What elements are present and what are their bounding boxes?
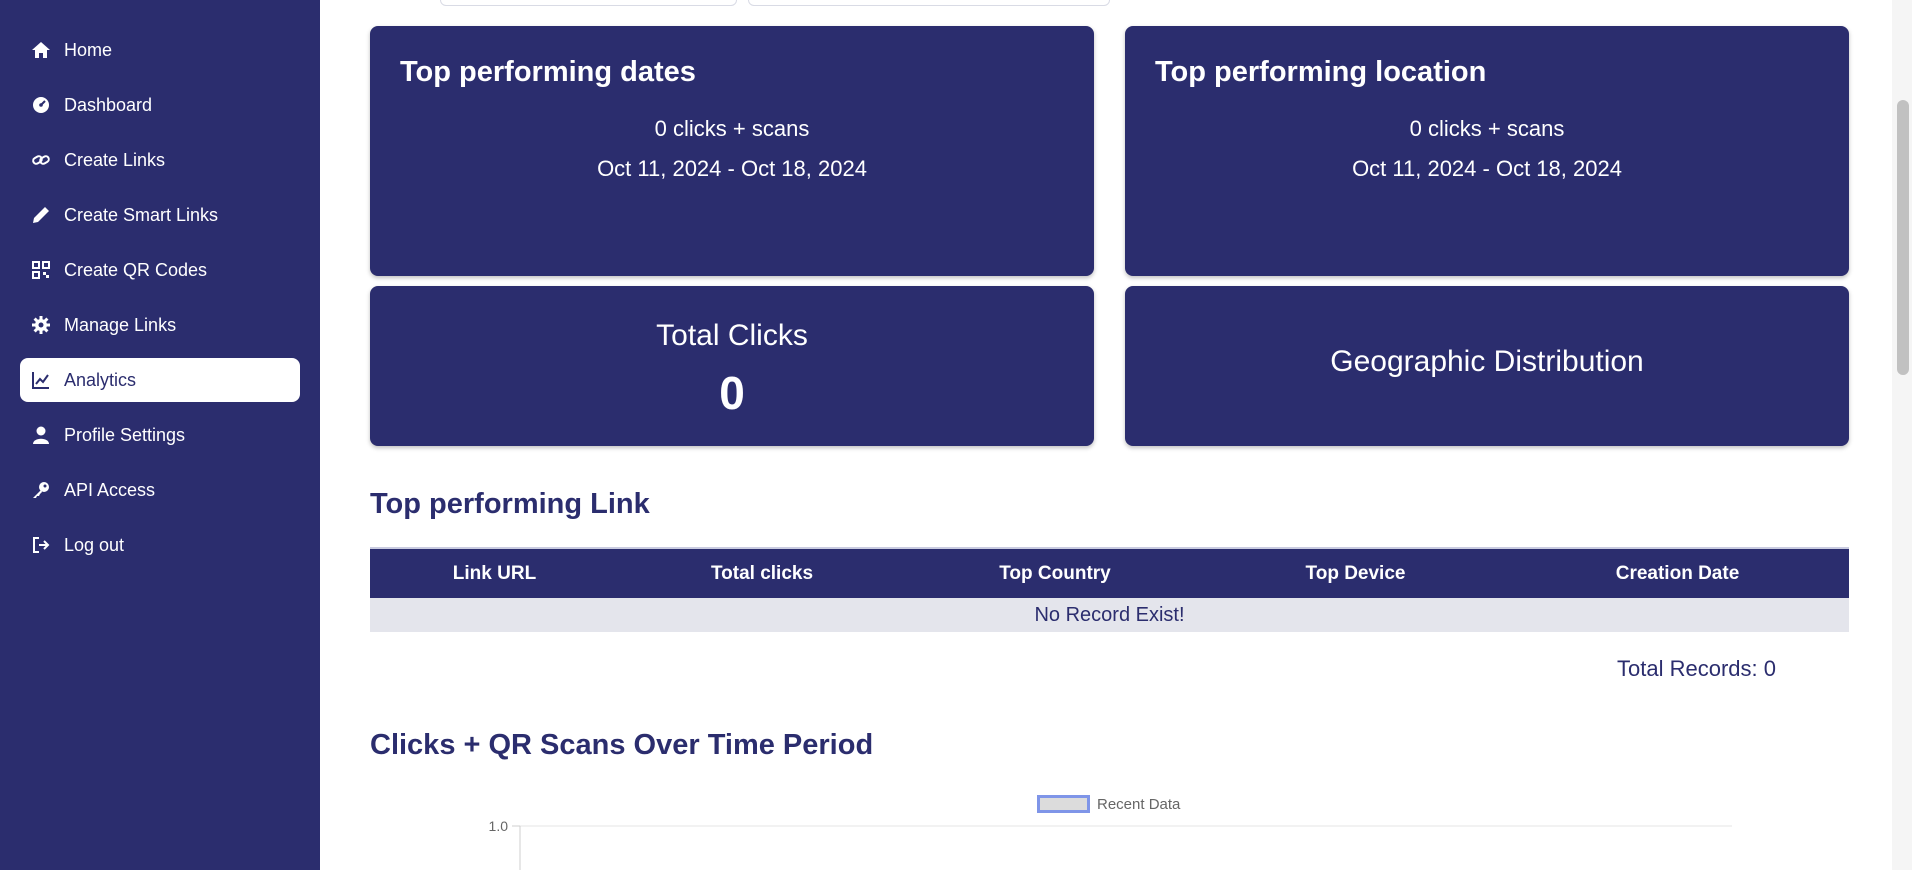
qr-code-icon bbox=[30, 259, 52, 281]
card-title: Top performing dates bbox=[400, 56, 696, 88]
sidebar-item-create-qr-codes[interactable]: Create QR Codes bbox=[20, 248, 300, 292]
sidebar-item-dashboard[interactable]: Dashboard bbox=[20, 83, 300, 127]
clicks-scans-count: 0 clicks + scans bbox=[654, 116, 810, 141]
chart-title: Clicks + QR Scans Over Time Period bbox=[370, 729, 874, 761]
sidebar-item-label: Dashboard bbox=[64, 94, 153, 115]
top-link-table: Link URL Total clicks Top Country Top De… bbox=[370, 547, 1849, 632]
sidebar-item-api-access[interactable]: API Access bbox=[20, 468, 300, 512]
sidebar-item-label: Create Links bbox=[64, 149, 166, 170]
sidebar-item-label: Home bbox=[64, 39, 113, 60]
total-records: Total Records: 0 bbox=[1617, 656, 1776, 681]
card-title: Geographic Distribution bbox=[1330, 345, 1644, 378]
filter-input-end[interactable] bbox=[748, 0, 1110, 6]
column-header[interactable]: Total clicks bbox=[619, 547, 905, 598]
chart-y-tick-label: 1.0 bbox=[489, 818, 509, 834]
analytics-main: Top performing dates 0 clicks + scans Oc… bbox=[320, 0, 1892, 870]
chart-line-icon bbox=[30, 369, 52, 391]
column-header[interactable]: Top Country bbox=[905, 547, 1205, 598]
top-dates-card: Top performing dates 0 clicks + scans Oc… bbox=[370, 26, 1094, 276]
total-clicks-value: 0 bbox=[719, 367, 745, 419]
sidebar-item-label: Log out bbox=[64, 534, 125, 555]
table-header-row: Link URL Total clicks Top Country Top De… bbox=[370, 547, 1849, 598]
empty-message: No Record Exist! bbox=[370, 598, 1849, 632]
card-title: Top performing location bbox=[1155, 56, 1487, 88]
clicks-scans-count: 0 clicks + scans bbox=[1409, 116, 1565, 141]
key-icon bbox=[30, 479, 52, 501]
gear-icon bbox=[30, 314, 52, 336]
top-location-card: Top performing location 0 clicks + scans… bbox=[1125, 26, 1849, 276]
sidebar-item-label: Profile Settings bbox=[64, 424, 186, 445]
logout-icon bbox=[30, 534, 52, 556]
link-icon bbox=[30, 149, 52, 171]
user-icon bbox=[30, 424, 52, 446]
sidebar: Home Dashboard Create Links Create Smart… bbox=[0, 0, 320, 870]
clicks-chart: 1.0 bbox=[489, 818, 1732, 870]
column-header[interactable]: Creation Date bbox=[1506, 547, 1849, 598]
home-icon bbox=[30, 39, 52, 61]
sidebar-item-label: Analytics bbox=[64, 369, 137, 390]
sidebar-item-analytics[interactable]: Analytics bbox=[20, 358, 300, 402]
date-range: Oct 11, 2024 - Oct 18, 2024 bbox=[1352, 156, 1622, 181]
sidebar-item-label: Create QR Codes bbox=[64, 259, 208, 280]
date-range: Oct 11, 2024 - Oct 18, 2024 bbox=[597, 156, 867, 181]
sidebar-item-label: Create Smart Links bbox=[64, 204, 219, 225]
column-header[interactable]: Link URL bbox=[370, 547, 619, 598]
total-clicks-card: Total Clicks 0 bbox=[370, 286, 1094, 446]
filter-input-start[interactable] bbox=[440, 0, 737, 6]
geographic-distribution-card: Geographic Distribution bbox=[1125, 286, 1849, 446]
sidebar-item-manage-links[interactable]: Manage Links bbox=[20, 303, 300, 347]
vertical-scrollbar[interactable] bbox=[1892, 0, 1912, 870]
top-link-title: Top performing Link bbox=[370, 488, 650, 520]
gauge-icon bbox=[30, 94, 52, 116]
card-title: Total Clicks bbox=[656, 319, 808, 352]
scrollbar-thumb[interactable] bbox=[1897, 100, 1909, 375]
sidebar-item-label: Manage Links bbox=[64, 314, 177, 335]
sidebar-item-home[interactable]: Home bbox=[20, 28, 300, 72]
table-row: No Record Exist! bbox=[370, 598, 1849, 632]
pencil-icon bbox=[30, 204, 52, 226]
sidebar-item-create-links[interactable]: Create Links bbox=[20, 138, 300, 182]
sidebar-item-label: API Access bbox=[64, 479, 156, 500]
sidebar-item-create-smart-links[interactable]: Create Smart Links bbox=[20, 193, 300, 237]
sidebar-item-profile-settings[interactable]: Profile Settings bbox=[20, 413, 300, 457]
column-header[interactable]: Top Device bbox=[1205, 547, 1506, 598]
sidebar-item-log-out[interactable]: Log out bbox=[20, 523, 300, 567]
